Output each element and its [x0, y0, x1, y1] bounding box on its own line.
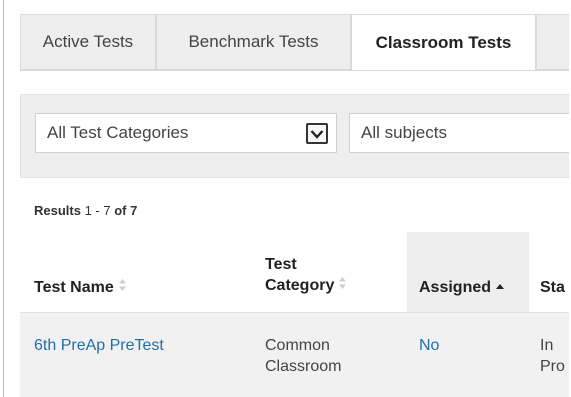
category-select-value: All Test Categories [47, 123, 189, 142]
tab-bar: Active Tests Benchmark Tests Classroom T… [20, 14, 569, 71]
sort-icon [118, 277, 127, 298]
tab-classroom-tests[interactable]: Classroom Tests [351, 14, 536, 71]
tab-active-tests[interactable]: Active Tests [20, 14, 156, 70]
tab-benchmark-tests[interactable]: Benchmark Tests [156, 14, 351, 70]
results-count: Results 1 - 7 of 7 [34, 203, 138, 218]
chevron-down-icon[interactable] [306, 123, 328, 144]
assigned-link[interactable]: No [419, 335, 439, 356]
column-header-status[interactable]: Sta [540, 277, 565, 298]
sort-icon [338, 275, 347, 296]
sort-ascending-icon [495, 277, 505, 298]
tab-label: Benchmark Tests [188, 32, 319, 51]
column-header-assigned[interactable]: Assigned [419, 277, 505, 298]
tab-overflow[interactable] [536, 14, 569, 70]
subject-select[interactable]: All subjects [349, 113, 569, 153]
column-header-test-name[interactable]: Test Name [34, 277, 127, 298]
category-select[interactable]: All Test Categories [35, 113, 337, 153]
tests-panel: Active Tests Benchmark Tests Classroom T… [3, 0, 569, 397]
column-header-test-category[interactable]: Test Category [265, 254, 347, 296]
status-cell: In Pro [540, 337, 565, 375]
tab-divider [20, 70, 569, 71]
assigned-sorted-column-bg [407, 232, 529, 312]
filter-panel: All Test Categories All subjects [20, 94, 569, 178]
subject-select-value: All subjects [361, 123, 447, 142]
test-category-cell: Common Classroom [265, 337, 342, 375]
tab-label: Classroom Tests [375, 32, 512, 52]
tab-label: Active Tests [42, 32, 134, 51]
test-name-link[interactable]: 6th PreAp PreTest [34, 335, 164, 356]
